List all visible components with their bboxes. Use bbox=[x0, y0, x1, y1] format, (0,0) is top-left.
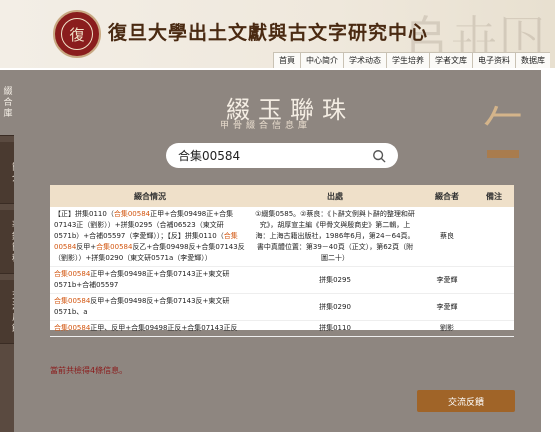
cell-text: 反甲+ bbox=[76, 243, 97, 251]
cell-source: 拼集0110 bbox=[250, 320, 420, 337]
cell-content: 合集00584反甲+合集09498反+合集07143反+東文研0571b、a bbox=[50, 293, 250, 321]
cell-author: 李愛輝 bbox=[420, 266, 474, 294]
logo-glyph: 復 bbox=[61, 18, 93, 50]
site-header: 𠂤𠦃𡆥 復 復旦大學出土文獻與古文字研究中心 首頁 中心简介 学术动态 学生培养 学者文… bbox=[0, 0, 555, 68]
cell-author: 蔡良 bbox=[420, 207, 474, 267]
header-source: 出處 bbox=[250, 185, 420, 207]
nav-item[interactable]: 数据库 bbox=[515, 52, 550, 68]
cell-author: 劉影 bbox=[420, 320, 474, 337]
cell-text: 正甲、反甲+合集09498正反+合集07143正反 bbox=[90, 324, 238, 332]
cell-author: 李愛輝 bbox=[420, 293, 474, 321]
cell-content: 【正】拼集0110（合集00584正甲+合集09498正+合集07143正（劉影… bbox=[50, 207, 250, 267]
institution-title: 復旦大學出土文獻與古文字研究中心 bbox=[108, 22, 429, 44]
cell-note bbox=[474, 293, 514, 321]
header-content: 綴合情況 bbox=[50, 185, 250, 207]
cell-content: 合集00584正甲+合集09498正+合集07143正+東文研0571b+合補0… bbox=[50, 266, 250, 294]
cell-note bbox=[474, 266, 514, 294]
highlight-text[interactable]: 合集00584 bbox=[114, 210, 150, 218]
oracle-emblem-icon: 𠂉 bbox=[470, 80, 536, 164]
cell-source: 拼集0295 bbox=[250, 266, 420, 294]
table-row: 合集00584正甲+合集09498正+合集07143正+東文研0571b+合補0… bbox=[50, 266, 514, 294]
nav-item[interactable]: 首頁 bbox=[273, 52, 300, 68]
table-row: 【正】拼集0110（合集00584正甲+合集09498正+合集07143正（劉影… bbox=[50, 207, 514, 267]
cell-text: 【正】拼集0110（ bbox=[54, 210, 114, 218]
table-row: 合集00584正甲、反甲+合集09498正反+合集07143正反 拼集0110 劉影 bbox=[50, 320, 514, 337]
highlight-text[interactable]: 合集00584 bbox=[54, 270, 90, 278]
cell-source: 拼集0290 bbox=[250, 293, 420, 321]
nav-item[interactable]: 学者文库 bbox=[429, 52, 472, 68]
highlight-text[interactable]: 合集00584 bbox=[54, 297, 90, 305]
cell-source: ①綴集0585。②蔡良：《卜辭文例與卜辭的整理和研究》，胡厚宣主編《甲骨文與殷商… bbox=[250, 207, 420, 267]
header-note: 備注 bbox=[474, 185, 514, 207]
results-table: 綴合情況 出處 綴合者 備注 【正】拼集0110（合集00584正甲+合集094… bbox=[50, 185, 514, 337]
search-bar[interactable]: 合集00584 bbox=[166, 143, 398, 168]
header-author: 綴合者 bbox=[420, 185, 474, 207]
highlight-text[interactable]: 合集00584 bbox=[54, 324, 90, 332]
nav-item[interactable]: 学生培养 bbox=[386, 52, 429, 68]
feedback-button[interactable]: 交流反饋 bbox=[417, 390, 515, 412]
search-input[interactable]: 合集00584 bbox=[178, 147, 372, 164]
cell-note bbox=[474, 207, 514, 267]
result-count: 當前共檢得4條信息。 bbox=[50, 366, 128, 375]
nav-item[interactable]: 学术动态 bbox=[343, 52, 386, 68]
cell-note bbox=[474, 320, 514, 337]
highlight-text[interactable]: 合集00584 bbox=[96, 243, 132, 251]
institution-logo[interactable]: 復 bbox=[53, 10, 101, 58]
nav-item[interactable]: 电子资料 bbox=[472, 52, 515, 68]
search-icon[interactable] bbox=[372, 149, 386, 163]
table-row: 合集00584反甲+合集09498反+合集07143反+東文研0571b、a 拼集… bbox=[50, 293, 514, 321]
table-header-row: 綴合情況 出處 綴合者 備注 bbox=[50, 185, 514, 207]
seal-mark bbox=[487, 150, 519, 158]
cell-content: 合集00584正甲、反甲+合集09498正反+合集07143正反 bbox=[50, 320, 250, 337]
nav-item[interactable]: 中心简介 bbox=[300, 52, 343, 68]
main-nav: 首頁 中心简介 学术动态 学生培养 学者文库 电子资料 数据库 bbox=[273, 52, 550, 68]
brand-subtitle: 甲骨綴合信息庫 bbox=[220, 121, 312, 131]
sidebar-tab[interactable]: 綴合庫 bbox=[0, 70, 14, 136]
